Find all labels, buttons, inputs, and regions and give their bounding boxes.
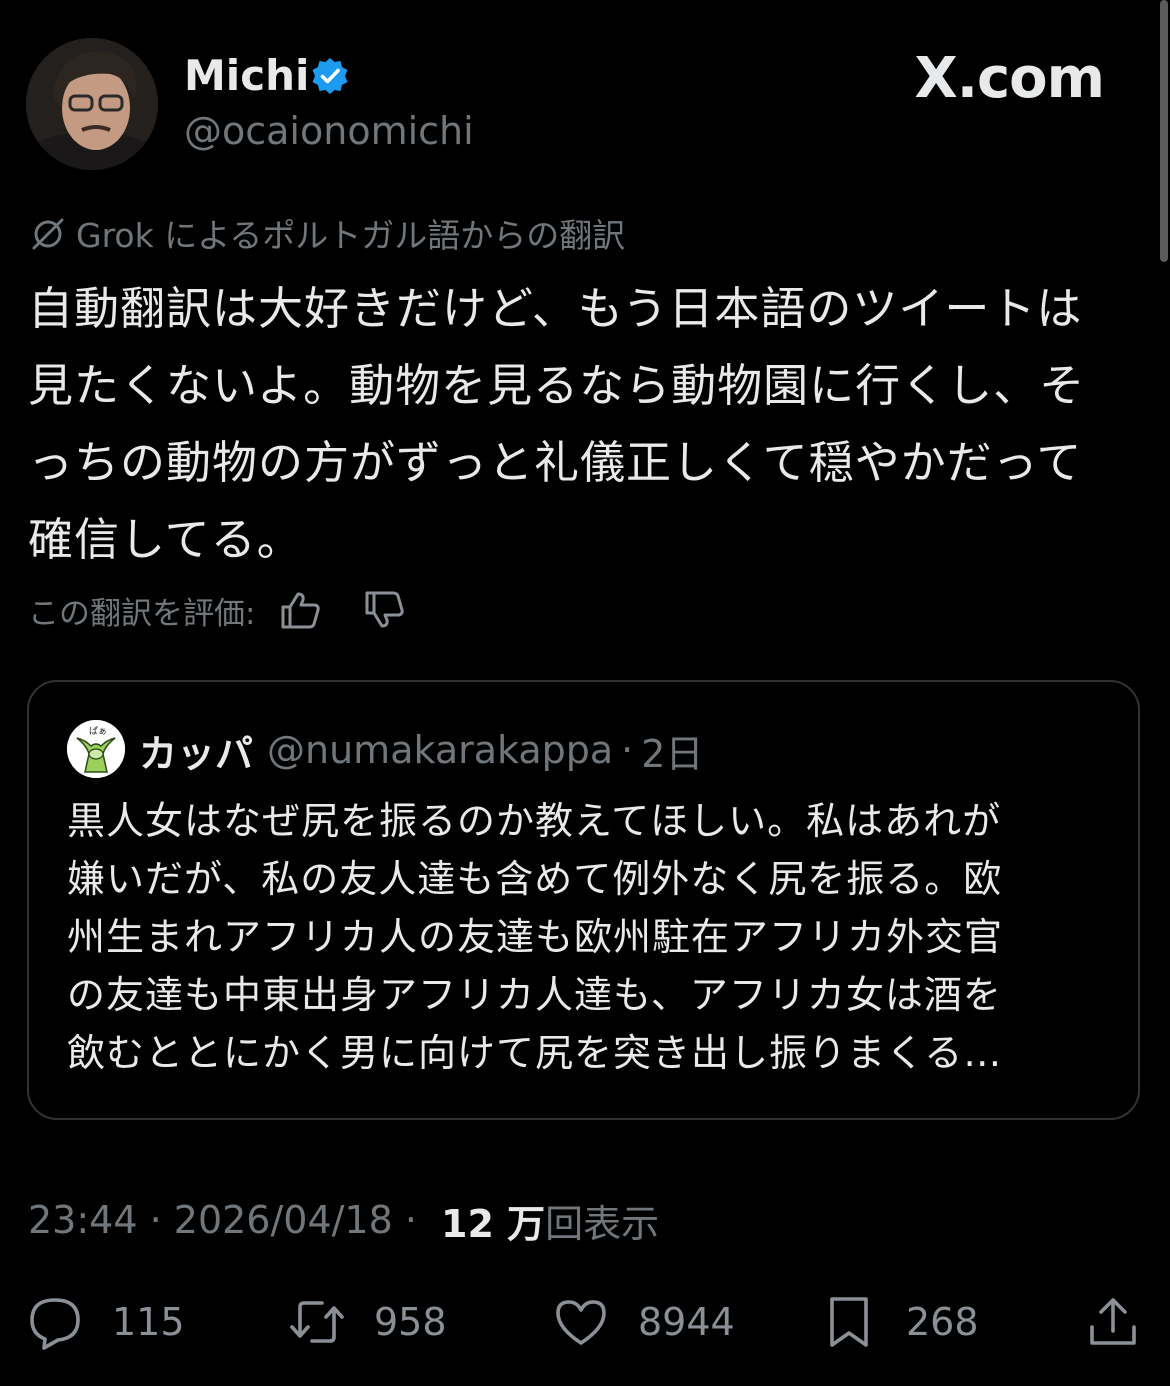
quoted-display-name[interactable]: カッパ [139,723,253,778]
retweet-icon [290,1301,344,1343]
kappa-avatar-image: ぱぁ [67,720,125,778]
reply-button[interactable]: 115 [26,1290,185,1354]
retweet-button[interactable]: 958 [288,1290,447,1354]
thumbs-up-icon[interactable] [277,586,325,634]
views-count[interactable]: 12 万 [441,1193,545,1248]
quoted-handle[interactable]: @numakarakappa [267,728,613,772]
views-label: 回表示 [545,1201,660,1246]
avatar-image [26,38,158,170]
quoted-line: 飲むととにかく男に向けて尻を突き出し振りまくる… [67,1031,1003,1075]
svg-text:ぱぁ: ぱぁ [89,726,107,737]
quoted-avatar[interactable]: ぱぁ [67,720,125,778]
user-handle[interactable]: @ocaionomichi [184,106,474,156]
quoted-age[interactable]: 2日 [641,723,703,778]
share-button[interactable] [1084,1290,1142,1354]
scrollbar[interactable] [1160,0,1168,262]
reply-count: 115 [112,1300,185,1344]
bookmark-count: 268 [906,1300,979,1344]
display-name[interactable]: Michi [184,50,309,102]
bookmark-button[interactable]: 268 [820,1290,979,1354]
translation-label-text: Grok によるポルトガル語からの翻訳 [76,216,626,255]
action-bar: 115 958 8944 268 [0,1290,1170,1354]
rate-translation-label: この翻訳を評価: [28,595,256,632]
quoted-line: 嫌いだが、私の友人達も含めて例外なく尻を振る。欧 [67,857,1003,901]
xcom-logo: X.com [914,46,1105,111]
bookmark-icon [830,1297,868,1347]
avatar[interactable] [26,38,158,170]
tweet-text: 自動翻訳は大好きだけど、もう日本語のツイートは 見たくないよ。動物を見るなら動物… [28,270,1138,578]
meta-separator: · [392,1198,430,1242]
meta-separator: · [137,1198,174,1242]
like-button[interactable]: 8944 [552,1290,735,1354]
quoted-line: 黒人女はなぜ尻を振るのか教えてほしい。私はあれが [67,799,1002,843]
reply-icon [30,1298,80,1350]
thumbs-down-icon[interactable] [361,586,409,634]
quoted-separator: · [621,728,634,772]
quoted-text: 黒人女はなぜ尻を振るのか教えてほしい。私はあれが 嫌いだが、私の友人達も含めて例… [67,792,1107,1082]
tweet-line: 見たくないよ。動物を見るなら動物園に行くし、そ [28,359,1086,412]
translation-label: Grok によるポルトガル語からの翻訳 [28,210,625,256]
tweet-meta: 23:44 · 2026/04/18 · 12 万 回表示 [28,1192,659,1248]
quoted-line: の友達も中東出身アフリカ人達も、アフリカ女は酒を [67,973,1002,1017]
tweet-line: 確信してる。 [28,513,303,566]
heart-icon [556,1300,606,1345]
tweet-line: 自動翻訳は大好きだけど、もう日本語のツイートは [28,282,1083,335]
like-count: 8944 [638,1300,735,1344]
tweet-date[interactable]: 2026/04/18 [174,1198,393,1242]
share-icon [1090,1298,1136,1345]
verified-badge-icon [312,58,348,94]
quoted-header: カッパ @numakarakappa · 2日 [139,722,703,778]
retweet-count: 958 [374,1300,447,1344]
tweet-time[interactable]: 23:44 [28,1198,138,1242]
quoted-line: 州生まれアフリカ人の友達も欧州駐在アフリカ外交官 [67,915,1004,959]
rate-translation: この翻訳を評価: [28,580,409,640]
tweet-page: Michi @ocaionomichi X.com Grok によるポルトガル語… [0,0,1170,1386]
tweet-line: っちの動物の方がずっと礼儀正しくて穏やかだって [28,436,1083,489]
translate-slash-icon [32,218,64,250]
quoted-tweet[interactable]: ぱぁ カッパ @numakarakappa · 2日 黒人女はなぜ尻を振るのか教… [27,680,1140,1120]
